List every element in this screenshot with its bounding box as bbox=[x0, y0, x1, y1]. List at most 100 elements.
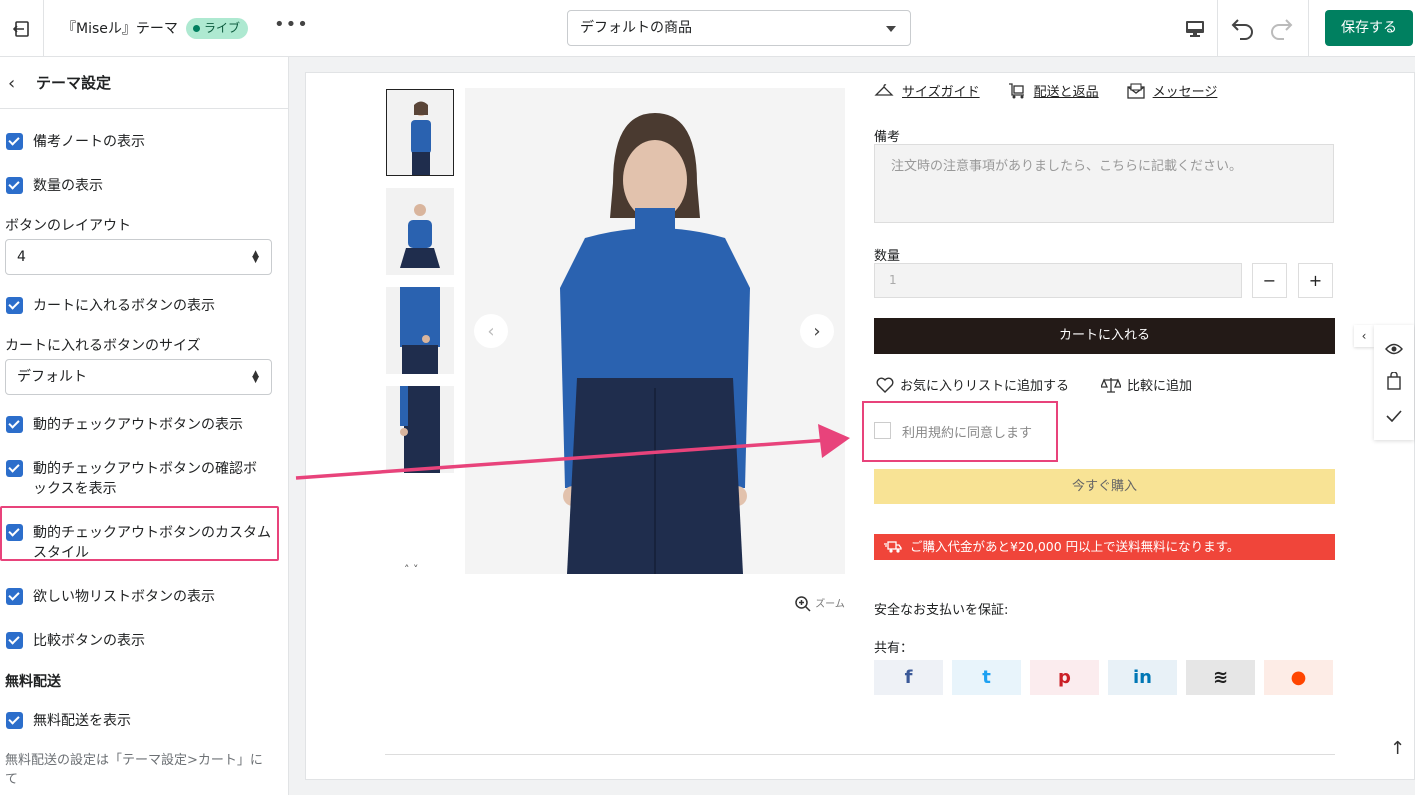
free-shipping-bar: ご購入代金があと¥20,000 円以上で送料無料になります。 bbox=[874, 534, 1335, 560]
divider bbox=[1308, 0, 1309, 57]
share-twitter-button[interactable]: t bbox=[952, 660, 1021, 695]
template-select-value: デフォルトの商品 bbox=[580, 20, 692, 36]
dynamic-checkout-style-setting[interactable]: 動的チェックアウトボタンのカスタムスタイル bbox=[6, 523, 276, 563]
redo-button[interactable] bbox=[1268, 14, 1294, 44]
save-button[interactable]: 保存する bbox=[1325, 10, 1413, 46]
share-pinterest-button[interactable]: p bbox=[1030, 660, 1099, 695]
settings-sidebar: ‹ テーマ設定 備考ノートの表示 数量の表示 ボタンのレイアウト 4 ▲ ▼ カー… bbox=[0, 57, 289, 795]
chevron-right-icon: › bbox=[813, 320, 821, 342]
share-buttons: f t p in ≋ ● bbox=[874, 660, 1333, 695]
share-linkedin-button[interactable]: in bbox=[1108, 660, 1177, 695]
more-actions-button[interactable]: ••• bbox=[274, 14, 309, 35]
buffer-icon: ≋ bbox=[1212, 667, 1229, 688]
agree-terms-checkbox[interactable] bbox=[874, 422, 891, 439]
collapse-tools-button[interactable]: ‹ bbox=[1354, 325, 1374, 347]
product-thumbnail[interactable] bbox=[386, 188, 454, 275]
share-reddit-button[interactable]: ● bbox=[1264, 660, 1333, 695]
truck-icon bbox=[884, 541, 902, 553]
zoom-label: ズーム bbox=[815, 599, 845, 610]
show-dynamic-checkout-setting[interactable]: 動的チェックアウトボタンの表示 bbox=[6, 415, 276, 435]
model-image bbox=[386, 386, 454, 473]
info-links: サイズガイド 配送と返品 メッセージ bbox=[874, 81, 1217, 100]
note-textarea[interactable]: 注文時の注意事項がありましたら、こちらに記載ください。 bbox=[874, 144, 1334, 223]
zoom-button[interactable]: ズーム bbox=[794, 595, 845, 613]
dynamic-checkout-style-checkbox[interactable] bbox=[6, 524, 23, 541]
show-wishlist-checkbox[interactable] bbox=[6, 588, 23, 605]
free-shipping-heading: 無料配送 bbox=[5, 674, 61, 690]
hanger-icon bbox=[874, 83, 894, 96]
show-quantity-setting[interactable]: 数量の表示 bbox=[6, 176, 276, 196]
back-chevron-icon[interactable]: ‹ bbox=[8, 73, 15, 94]
size-guide-link[interactable]: サイズガイド bbox=[874, 81, 980, 100]
buy-now-button[interactable]: 今すぐ購入 bbox=[874, 469, 1335, 504]
top-bar: 『Miseル』テーマ ライブ ••• デフォルトの商品 保存する bbox=[0, 0, 1415, 57]
back-to-top-button[interactable]: ↑ bbox=[1390, 738, 1405, 759]
floating-toolbar bbox=[1374, 325, 1414, 440]
checkbox-label: 備考ノートの表示 bbox=[33, 134, 145, 150]
mail-icon bbox=[1126, 82, 1145, 99]
show-compare-checkbox[interactable] bbox=[6, 632, 23, 649]
quantity-decrease-button[interactable]: − bbox=[1252, 263, 1287, 298]
show-note-checkbox[interactable] bbox=[6, 133, 23, 150]
show-free-shipping-checkbox[interactable] bbox=[6, 712, 23, 729]
template-select[interactable]: デフォルトの商品 bbox=[567, 10, 911, 46]
add-wishlist-button[interactable]: お気に入りリストに追加する bbox=[876, 375, 1069, 394]
share-facebook-button[interactable]: f bbox=[874, 660, 943, 695]
product-thumbnail[interactable] bbox=[386, 287, 454, 374]
next-image-button[interactable]: › bbox=[800, 314, 834, 348]
model-image bbox=[386, 287, 454, 374]
thumbnail-scroll-icon[interactable]: ˄ ˅ bbox=[404, 563, 419, 576]
share-buffer-button[interactable]: ≋ bbox=[1186, 660, 1255, 695]
product-thumbnail[interactable] bbox=[386, 89, 454, 176]
add-to-cart-button[interactable]: カートに入れる bbox=[874, 318, 1335, 354]
model-image bbox=[387, 90, 453, 175]
add-compare-button[interactable]: 比較に追加 bbox=[1101, 375, 1192, 394]
select-value: 4 bbox=[17, 249, 26, 265]
select-value: デフォルト bbox=[17, 369, 87, 385]
arrow-up-icon: ↑ bbox=[1390, 738, 1406, 759]
cart-button-size-label: カートに入れるボタンのサイズ bbox=[5, 338, 201, 354]
chevron-down-icon bbox=[886, 26, 896, 32]
desktop-icon bbox=[1185, 20, 1204, 37]
product-thumbnail[interactable] bbox=[386, 386, 454, 473]
eye-icon[interactable] bbox=[1385, 340, 1403, 359]
undo-button[interactable] bbox=[1230, 14, 1256, 44]
theme-name: 『Miseル』テーマ bbox=[62, 21, 178, 37]
wishlist-compare-row: お気に入りリストに追加する 比較に追加 bbox=[876, 375, 1192, 394]
show-wishlist-setting[interactable]: 欲しい物リストボタンの表示 bbox=[6, 587, 276, 607]
add-compare-label: 比較に追加 bbox=[1127, 379, 1193, 394]
show-cart-button-setting[interactable]: カートに入れるボタンの表示 bbox=[6, 296, 276, 316]
show-quantity-checkbox[interactable] bbox=[6, 177, 23, 194]
check-icon[interactable] bbox=[1386, 407, 1402, 426]
shopping-bag-icon[interactable] bbox=[1387, 370, 1401, 394]
prev-image-button[interactable]: ‹ bbox=[474, 314, 508, 348]
dynamic-checkout-confirm-checkbox[interactable] bbox=[6, 460, 23, 477]
pinterest-icon: p bbox=[1058, 667, 1071, 688]
exit-icon bbox=[12, 20, 29, 37]
checkbox-label: 比較ボタンの表示 bbox=[33, 633, 145, 649]
product-main-image[interactable] bbox=[465, 88, 845, 574]
show-note-setting[interactable]: 備考ノートの表示 bbox=[6, 132, 276, 152]
exit-button[interactable] bbox=[0, 0, 44, 57]
show-cart-button-checkbox[interactable] bbox=[6, 297, 23, 314]
shipping-link[interactable]: 配送と返品 bbox=[1008, 81, 1099, 100]
desktop-view-button[interactable] bbox=[1172, 0, 1218, 57]
quantity-increase-button[interactable]: + bbox=[1298, 263, 1333, 298]
reddit-icon: ● bbox=[1290, 667, 1307, 688]
checkbox-label: カートに入れるボタンの表示 bbox=[33, 298, 215, 314]
message-link[interactable]: メッセージ bbox=[1126, 81, 1217, 100]
show-free-shipping-setting[interactable]: 無料配送を表示 bbox=[6, 711, 276, 731]
quantity-input[interactable]: 1 bbox=[874, 263, 1242, 298]
dynamic-checkout-confirm-setting[interactable]: 動的チェックアウトボタンの確認ボックスを表示 bbox=[6, 459, 268, 499]
cart-button-size-select[interactable]: デフォルト ▲ ▼ bbox=[5, 359, 272, 395]
show-dynamic-checkout-checkbox[interactable] bbox=[6, 416, 23, 433]
checkbox-label: 動的チェックアウトボタンの確認ボックスを表示 bbox=[33, 461, 257, 497]
share-label: 共有： bbox=[874, 641, 914, 656]
button-layout-select[interactable]: 4 ▲ ▼ bbox=[5, 239, 272, 275]
checkbox-label: 動的チェックアウトボタンのカスタムスタイル bbox=[33, 525, 271, 561]
checkbox-label: 無料配送を表示 bbox=[33, 713, 131, 729]
divider bbox=[385, 754, 1335, 755]
zoom-in-icon bbox=[795, 596, 811, 612]
show-compare-setting[interactable]: 比較ボタンの表示 bbox=[6, 631, 276, 651]
quantity-label: 数量 bbox=[874, 249, 901, 264]
